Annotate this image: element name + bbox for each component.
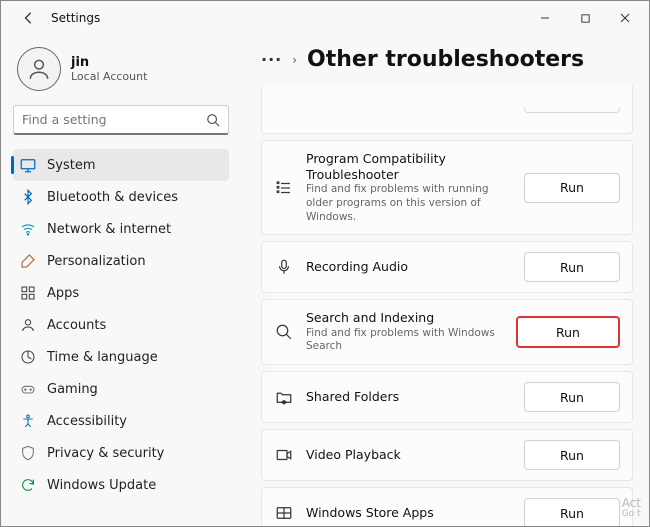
wifi-icon <box>19 220 37 238</box>
sidebar-item-label: Windows Update <box>47 478 156 493</box>
brush-icon <box>19 252 37 270</box>
mic-icon <box>274 257 294 277</box>
titlebar: Settings <box>1 1 649 35</box>
troubleshooter-list: Program Compatibility Troubleshooter Fin… <box>261 86 633 526</box>
run-button[interactable]: Run <box>524 173 620 203</box>
breadcrumb: ··· › Other troubleshooters <box>261 47 633 72</box>
run-button-highlighted[interactable]: Run <box>516 316 620 348</box>
sidebar-item-label: System <box>47 158 95 173</box>
sidebar-item-accounts[interactable]: Accounts <box>13 309 229 341</box>
sidebar-item-label: Time & language <box>47 350 158 365</box>
run-button[interactable]: Run <box>524 382 620 412</box>
run-button[interactable]: Run <box>524 252 620 282</box>
gamepad-icon <box>19 380 37 398</box>
ts-title: Program Compatibility Troubleshooter <box>306 151 512 182</box>
maximize-button[interactable] <box>565 4 605 32</box>
ts-title: Recording Audio <box>306 259 512 275</box>
update-icon <box>19 476 37 494</box>
shared-folder-icon <box>274 387 294 407</box>
sidebar-item-privacy[interactable]: Privacy & security <box>13 437 229 469</box>
sidebar-item-gaming[interactable]: Gaming <box>13 373 229 405</box>
main-content: ··· › Other troubleshooters Program Comp… <box>241 35 649 526</box>
sidebar-item-network[interactable]: Network & internet <box>13 213 229 245</box>
sidebar-item-label: Accounts <box>47 318 106 333</box>
sidebar-item-label: Bluetooth & devices <box>47 190 178 205</box>
ts-desc: Find and fix problems with Windows Searc… <box>306 327 504 354</box>
sidebar: jin Local Account System Bluetooth & dev… <box>1 35 241 526</box>
ts-title: Search and Indexing <box>306 310 504 326</box>
sidebar-item-bluetooth[interactable]: Bluetooth & devices <box>13 181 229 213</box>
store-apps-icon <box>274 503 294 523</box>
run-button[interactable]: Run <box>524 440 620 470</box>
sidebar-item-personalization[interactable]: Personalization <box>13 245 229 277</box>
window-title: Settings <box>51 11 100 25</box>
search-input[interactable] <box>22 112 200 127</box>
card-cutoff-top <box>261 86 633 134</box>
troubleshooter-windows-store-apps: Windows Store Apps Run <box>261 487 633 526</box>
apps-icon <box>19 284 37 302</box>
page-title: Other troubleshooters <box>307 47 584 72</box>
sidebar-item-apps[interactable]: Apps <box>13 277 229 309</box>
ts-title: Windows Store Apps <box>306 505 512 521</box>
sidebar-item-label: Accessibility <box>47 414 127 429</box>
profile-section[interactable]: jin Local Account <box>13 41 229 105</box>
breadcrumb-ellipsis[interactable]: ··· <box>261 50 282 69</box>
profile-name: jin <box>71 55 147 70</box>
nav-list: System Bluetooth & devices Network & int… <box>13 149 229 501</box>
search-icon <box>274 322 294 342</box>
sidebar-item-label: Apps <box>47 286 79 301</box>
sidebar-item-accessibility[interactable]: Accessibility <box>13 405 229 437</box>
person-icon <box>19 316 37 334</box>
troubleshooter-recording-audio: Recording Audio Run <box>261 241 633 293</box>
troubleshooter-search-indexing: Search and Indexing Find and fix problem… <box>261 299 633 365</box>
run-button-cutoff <box>524 107 620 113</box>
system-icon <box>19 156 37 174</box>
close-button[interactable] <box>605 4 645 32</box>
video-icon <box>274 445 294 465</box>
list-icon <box>274 178 294 198</box>
troubleshooter-video-playback: Video Playback Run <box>261 429 633 481</box>
sidebar-item-label: Gaming <box>47 382 98 397</box>
search-icon <box>206 113 220 127</box>
troubleshooter-shared-folders: Shared Folders Run <box>261 371 633 423</box>
accessibility-icon <box>19 412 37 430</box>
back-button[interactable] <box>15 4 43 32</box>
troubleshooter-program-compatibility: Program Compatibility Troubleshooter Fin… <box>261 140 633 235</box>
ts-title: Video Playback <box>306 447 512 463</box>
ts-title: Shared Folders <box>306 389 512 405</box>
sidebar-item-label: Personalization <box>47 254 146 269</box>
sidebar-item-label: Network & internet <box>47 222 171 237</box>
bluetooth-icon <box>19 188 37 206</box>
minimize-button[interactable] <box>525 4 565 32</box>
sidebar-item-windows-update[interactable]: Windows Update <box>13 469 229 501</box>
profile-account-type: Local Account <box>71 70 147 83</box>
search-box[interactable] <box>13 105 229 135</box>
chevron-right-icon: › <box>292 53 297 67</box>
run-button[interactable]: Run <box>524 498 620 526</box>
avatar <box>17 47 61 91</box>
sidebar-item-label: Privacy & security <box>47 446 164 461</box>
shield-icon <box>19 444 37 462</box>
ts-desc: Find and fix problems with running older… <box>306 183 512 224</box>
sidebar-item-time-language[interactable]: Time & language <box>13 341 229 373</box>
sidebar-item-system[interactable]: System <box>13 149 229 181</box>
clock-globe-icon <box>19 348 37 366</box>
